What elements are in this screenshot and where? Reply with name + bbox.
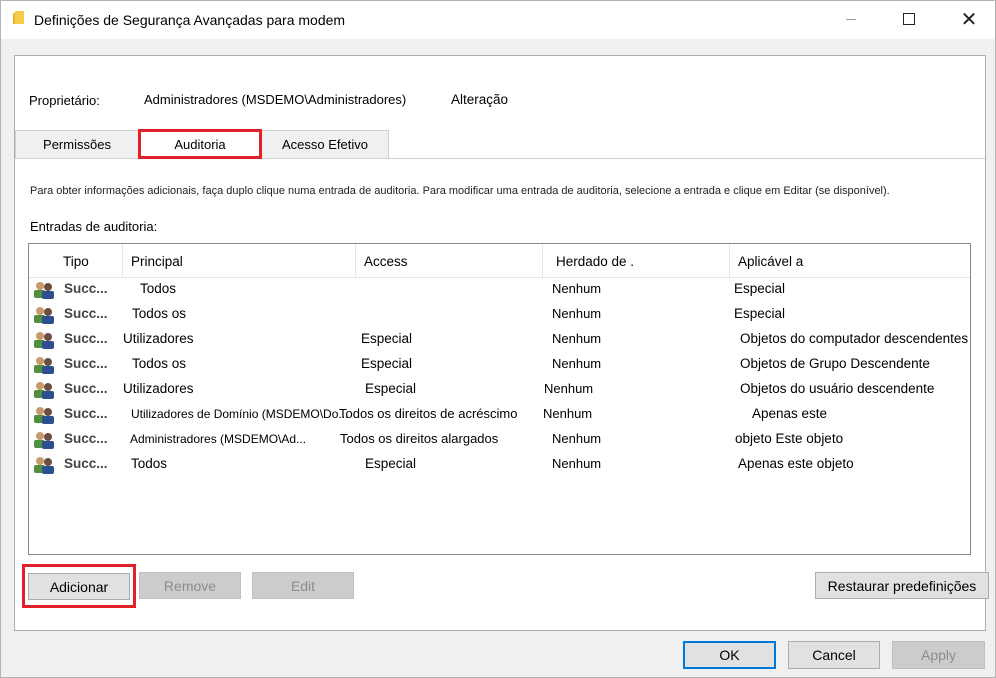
- close-button[interactable]: ✕: [941, 1, 996, 37]
- column-header-access[interactable]: Access: [356, 244, 543, 278]
- cell-type: Succ...: [64, 456, 108, 471]
- users-icon: [34, 332, 54, 349]
- cell-applies: Objetos do usuário descendente: [740, 381, 935, 396]
- table-row[interactable]: Succ... Todos Nenhum Especial: [29, 278, 970, 302]
- cell-inherited: Nenhum: [552, 431, 602, 446]
- users-icon: [34, 457, 54, 474]
- cell-principal: Utilizadores: [123, 331, 194, 346]
- table-row[interactable]: Succ... Utilizadores de Domínio (MSDEMO\D…: [29, 403, 970, 427]
- cell-inherited: Nenhum: [552, 281, 602, 296]
- cell-access: Especial: [361, 331, 413, 346]
- column-header-inherited[interactable]: Herdado de .: [543, 244, 730, 278]
- close-icon: ✕: [960, 8, 978, 31]
- cell-inherited: Nenhum: [543, 406, 593, 421]
- cell-inherited: Nenhum: [544, 381, 594, 396]
- users-icon: [34, 282, 54, 299]
- owner-value: Administradores (MSDEMO\Administradores): [144, 92, 407, 107]
- cell-type: Succ...: [64, 431, 108, 446]
- column-header-type[interactable]: Tipo: [55, 244, 123, 278]
- table-row[interactable]: Succ... Utilizadores Especial Nenhum Objetos…: [29, 378, 970, 402]
- audit-info-text: Para obter informações adicionais, faça …: [30, 185, 890, 197]
- cell-type: Succ...: [64, 381, 108, 396]
- cell-type: Succ...: [64, 306, 108, 321]
- table-row[interactable]: Succ... Todos Especial Nenhum Apenas este ob…: [29, 453, 970, 477]
- tab-effective-access[interactable]: Acesso Efetivo: [261, 130, 389, 158]
- table-row[interactable]: Succ... Utilizadores Especial Nenhum Objetos…: [29, 328, 970, 352]
- cell-principal: Todos os: [132, 306, 187, 321]
- add-button[interactable]: Adicionar: [28, 573, 130, 600]
- owner-change-link[interactable]: Alteração: [451, 92, 508, 107]
- title-bar[interactable]: Definições de Segurança Avançadas para m…: [1, 1, 995, 39]
- cell-principal: Todos: [131, 456, 168, 471]
- cell-principal: Administradores (MSDEMO\Ad...: [130, 432, 307, 446]
- cell-applies: Apenas este: [752, 406, 828, 421]
- cell-type: Succ...: [64, 331, 108, 346]
- cell-principal: Todos os: [132, 356, 187, 371]
- cell-access: Especial: [361, 356, 413, 371]
- cancel-button[interactable]: Cancel: [788, 641, 880, 669]
- cell-principal: Utilizadores de Domínio (MSDEMO\Do...: [131, 407, 349, 421]
- cell-inherited: Nenhum: [552, 456, 602, 471]
- cell-inherited: Nenhum: [552, 306, 602, 321]
- advanced-security-window: Definições de Segurança Avançadas para m…: [0, 0, 996, 678]
- users-icon: [34, 382, 54, 399]
- list-header: Tipo Principal Access Herdado de . Aplic…: [29, 244, 970, 278]
- apply-button[interactable]: Apply: [892, 641, 985, 669]
- cell-type: Succ...: [64, 356, 108, 371]
- cell-inherited: Nenhum: [552, 356, 602, 371]
- cell-applies: Especial: [734, 306, 786, 321]
- tab-permissions[interactable]: Permissões: [15, 130, 139, 158]
- cell-access: Especial: [365, 381, 417, 396]
- users-icon: [34, 407, 54, 424]
- cell-access: Todos os direitos alargados: [340, 431, 499, 446]
- edit-button[interactable]: Edit: [252, 572, 354, 599]
- owner-label: Proprietário:: [29, 93, 100, 108]
- cell-type: Succ...: [64, 406, 108, 421]
- cell-type: Succ...: [64, 281, 108, 296]
- cell-applies: Objetos de Grupo Descendente: [740, 356, 930, 371]
- users-icon: [34, 432, 54, 449]
- minimize-button[interactable]: [823, 1, 879, 37]
- minimize-icon: [846, 18, 856, 20]
- folder-icon: [13, 11, 24, 24]
- users-icon: [34, 307, 54, 324]
- column-header-principal[interactable]: Principal: [123, 244, 356, 278]
- table-row[interactable]: Succ... Todos os Especial Nenhum Objetos de …: [29, 353, 970, 377]
- cell-applies: objeto Este objeto: [735, 431, 844, 446]
- maximize-button[interactable]: [881, 1, 937, 37]
- window-title: Definições de Segurança Avançadas para m…: [34, 12, 346, 28]
- users-icon: [34, 357, 54, 374]
- table-row[interactable]: Succ... Todos os Nenhum Especial: [29, 303, 970, 327]
- cell-applies: Especial: [734, 281, 786, 296]
- cell-access: Especial: [365, 456, 417, 471]
- maximize-icon: [903, 13, 915, 25]
- restore-defaults-button[interactable]: Restaurar predefinições: [815, 572, 989, 599]
- tab-auditing[interactable]: Auditoria: [138, 129, 262, 159]
- column-header-applies[interactable]: Aplicável a: [730, 244, 970, 278]
- cell-principal: Todos: [140, 281, 177, 296]
- audit-entries-label: Entradas de auditoria:: [30, 219, 158, 234]
- cell-applies: Objetos do computador descendentes: [740, 331, 969, 346]
- cell-principal: Utilizadores: [123, 381, 194, 396]
- remove-button[interactable]: Remove: [139, 572, 241, 599]
- cell-access: Todos os direitos de acréscimo: [339, 406, 518, 421]
- audit-entries-list[interactable]: Tipo Principal Access Herdado de . Aplic…: [28, 243, 971, 555]
- table-row[interactable]: Succ... Administradores (MSDEMO\Ad... Todo…: [29, 428, 970, 452]
- cell-applies: Apenas este objeto: [738, 456, 854, 471]
- ok-button[interactable]: OK: [683, 641, 776, 669]
- cell-inherited: Nenhum: [552, 331, 602, 346]
